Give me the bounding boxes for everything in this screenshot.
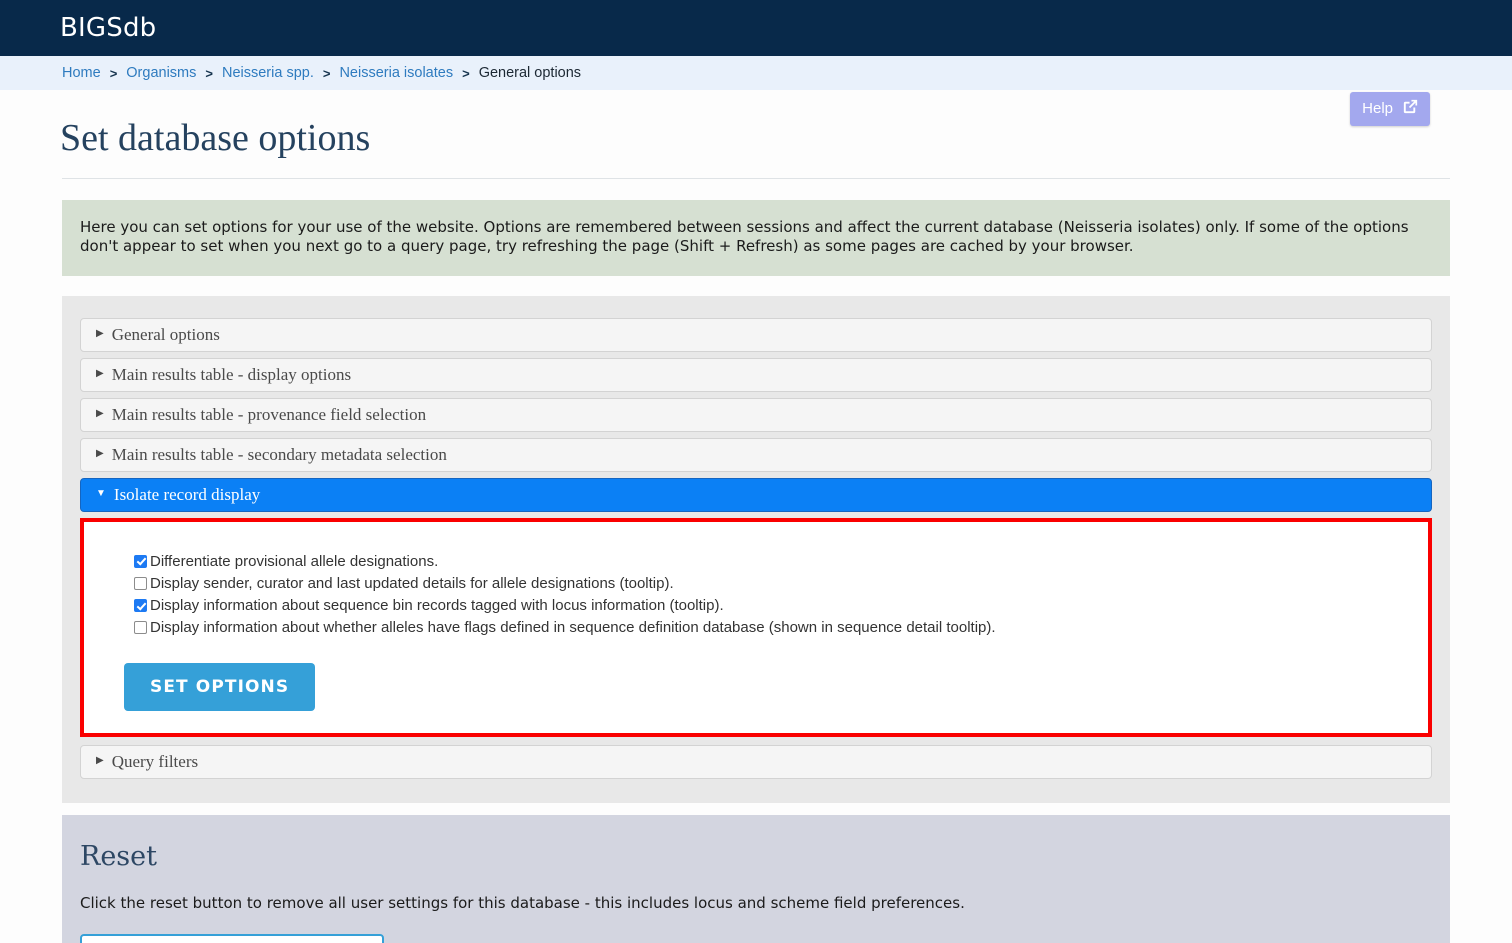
breadcrumb-item-home[interactable]: Home xyxy=(62,65,101,81)
triangle-down-icon: ▼ xyxy=(96,487,106,499)
option-label: Differentiate provisional allele designa… xyxy=(150,552,439,570)
set-options-button[interactable]: SET OPTIONS xyxy=(124,662,316,711)
triangle-right-icon: ▶ xyxy=(96,754,104,766)
accordion-label: Main results table - display options xyxy=(111,364,352,384)
breadcrumb-separator-icon: > xyxy=(322,65,331,81)
info-banner: Here you can set options for your use of… xyxy=(62,200,1450,276)
option-label: Display information about sequence bin r… xyxy=(150,597,724,614)
external-link-icon xyxy=(1401,97,1420,120)
breadcrumb-item-general-options: General options xyxy=(478,65,582,81)
accordion-header-general-options[interactable]: ▶ General options xyxy=(80,317,1432,352)
page-title: Set database options xyxy=(60,117,371,159)
title-divider xyxy=(62,178,1450,179)
accordion-header-isolate-record-display[interactable]: ▼ Isolate record display xyxy=(80,477,1432,512)
checkbox-differentiate-provisional-allele-designations[interactable] xyxy=(134,554,147,568)
option-row-display-sender-curator-details[interactable]: Display sender, curator and last updated… xyxy=(134,574,1428,594)
accordion-label: Main results table - provenance field se… xyxy=(111,404,427,424)
breadcrumb-item-neisseria-spp[interactable]: Neisseria spp. xyxy=(222,65,314,81)
accordion-header-main-results-provenance-field-selection[interactable]: ▶ Main results table - provenance field … xyxy=(80,397,1432,432)
reset-title: Reset xyxy=(80,840,157,872)
accordion-label: Isolate record display xyxy=(113,484,261,504)
options-panel: ▶ General options ▶ Main results table -… xyxy=(62,295,1450,803)
accordion-header-main-results-display-options[interactable]: ▶ Main results table - display options xyxy=(80,357,1432,392)
breadcrumb-item-neisseria-isolates[interactable]: Neisseria isolates xyxy=(339,65,453,81)
reset-section: Reset Click the reset button to remove a… xyxy=(62,814,1450,943)
triangle-right-icon: ▶ xyxy=(96,407,104,419)
reset-description: Click the reset button to remove all use… xyxy=(80,893,965,912)
breadcrumb-separator-icon: > xyxy=(205,65,213,81)
option-row-differentiate-provisional-allele-designations[interactable]: Differentiate provisional allele designa… xyxy=(134,552,1428,572)
app-header: BIGSdb xyxy=(0,0,1512,56)
accordion-header-query-filters[interactable]: ▶ Query filters xyxy=(80,744,1432,779)
option-row-display-allele-flags-info[interactable]: Display information about whether allele… xyxy=(134,618,1428,638)
breadcrumb-item-organisms[interactable]: Organisms xyxy=(126,65,196,81)
breadcrumb-separator-icon: > xyxy=(109,65,118,81)
help-button-wrapper: Help xyxy=(1350,92,1430,126)
triangle-right-icon: ▶ xyxy=(96,327,104,339)
accordion-header-main-results-secondary-metadata-selection[interactable]: ▶ Main results table - secondary metadat… xyxy=(80,437,1432,472)
reset-all-to-defaults-button[interactable]: RESET ALL TO DEFAULTS xyxy=(80,933,384,943)
accordion-label: Main results table - secondary metadata … xyxy=(111,444,447,464)
accordion-label: General options xyxy=(111,324,220,344)
option-label: Display sender, curator and last updated… xyxy=(150,574,674,592)
option-label: Display information about whether allele… xyxy=(150,619,996,637)
accordion-label: Query filters xyxy=(111,751,199,771)
app-brand: BIGSdb xyxy=(60,13,157,43)
option-checkbox-list: Differentiate provisional allele designa… xyxy=(84,552,1428,639)
triangle-right-icon: ▶ xyxy=(96,447,104,459)
isolate-record-display-panel: Differentiate provisional allele designa… xyxy=(80,517,1432,737)
option-row-display-sequence-bin-tagged-info[interactable]: Display information about sequence bin r… xyxy=(134,596,1428,616)
breadcrumb-separator-icon: > xyxy=(462,65,470,81)
help-button[interactable]: Help xyxy=(1350,92,1430,126)
checkbox-display-sequence-bin-tagged-info[interactable] xyxy=(134,599,147,612)
triangle-right-icon: ▶ xyxy=(96,367,104,379)
help-button-label: Help xyxy=(1362,100,1393,117)
breadcrumb: Home > Organisms > Neisseria spp. > Neis… xyxy=(0,56,1512,90)
checkbox-display-sender-curator-details[interactable] xyxy=(134,576,147,590)
checkbox-display-allele-flags-info[interactable] xyxy=(134,621,147,635)
